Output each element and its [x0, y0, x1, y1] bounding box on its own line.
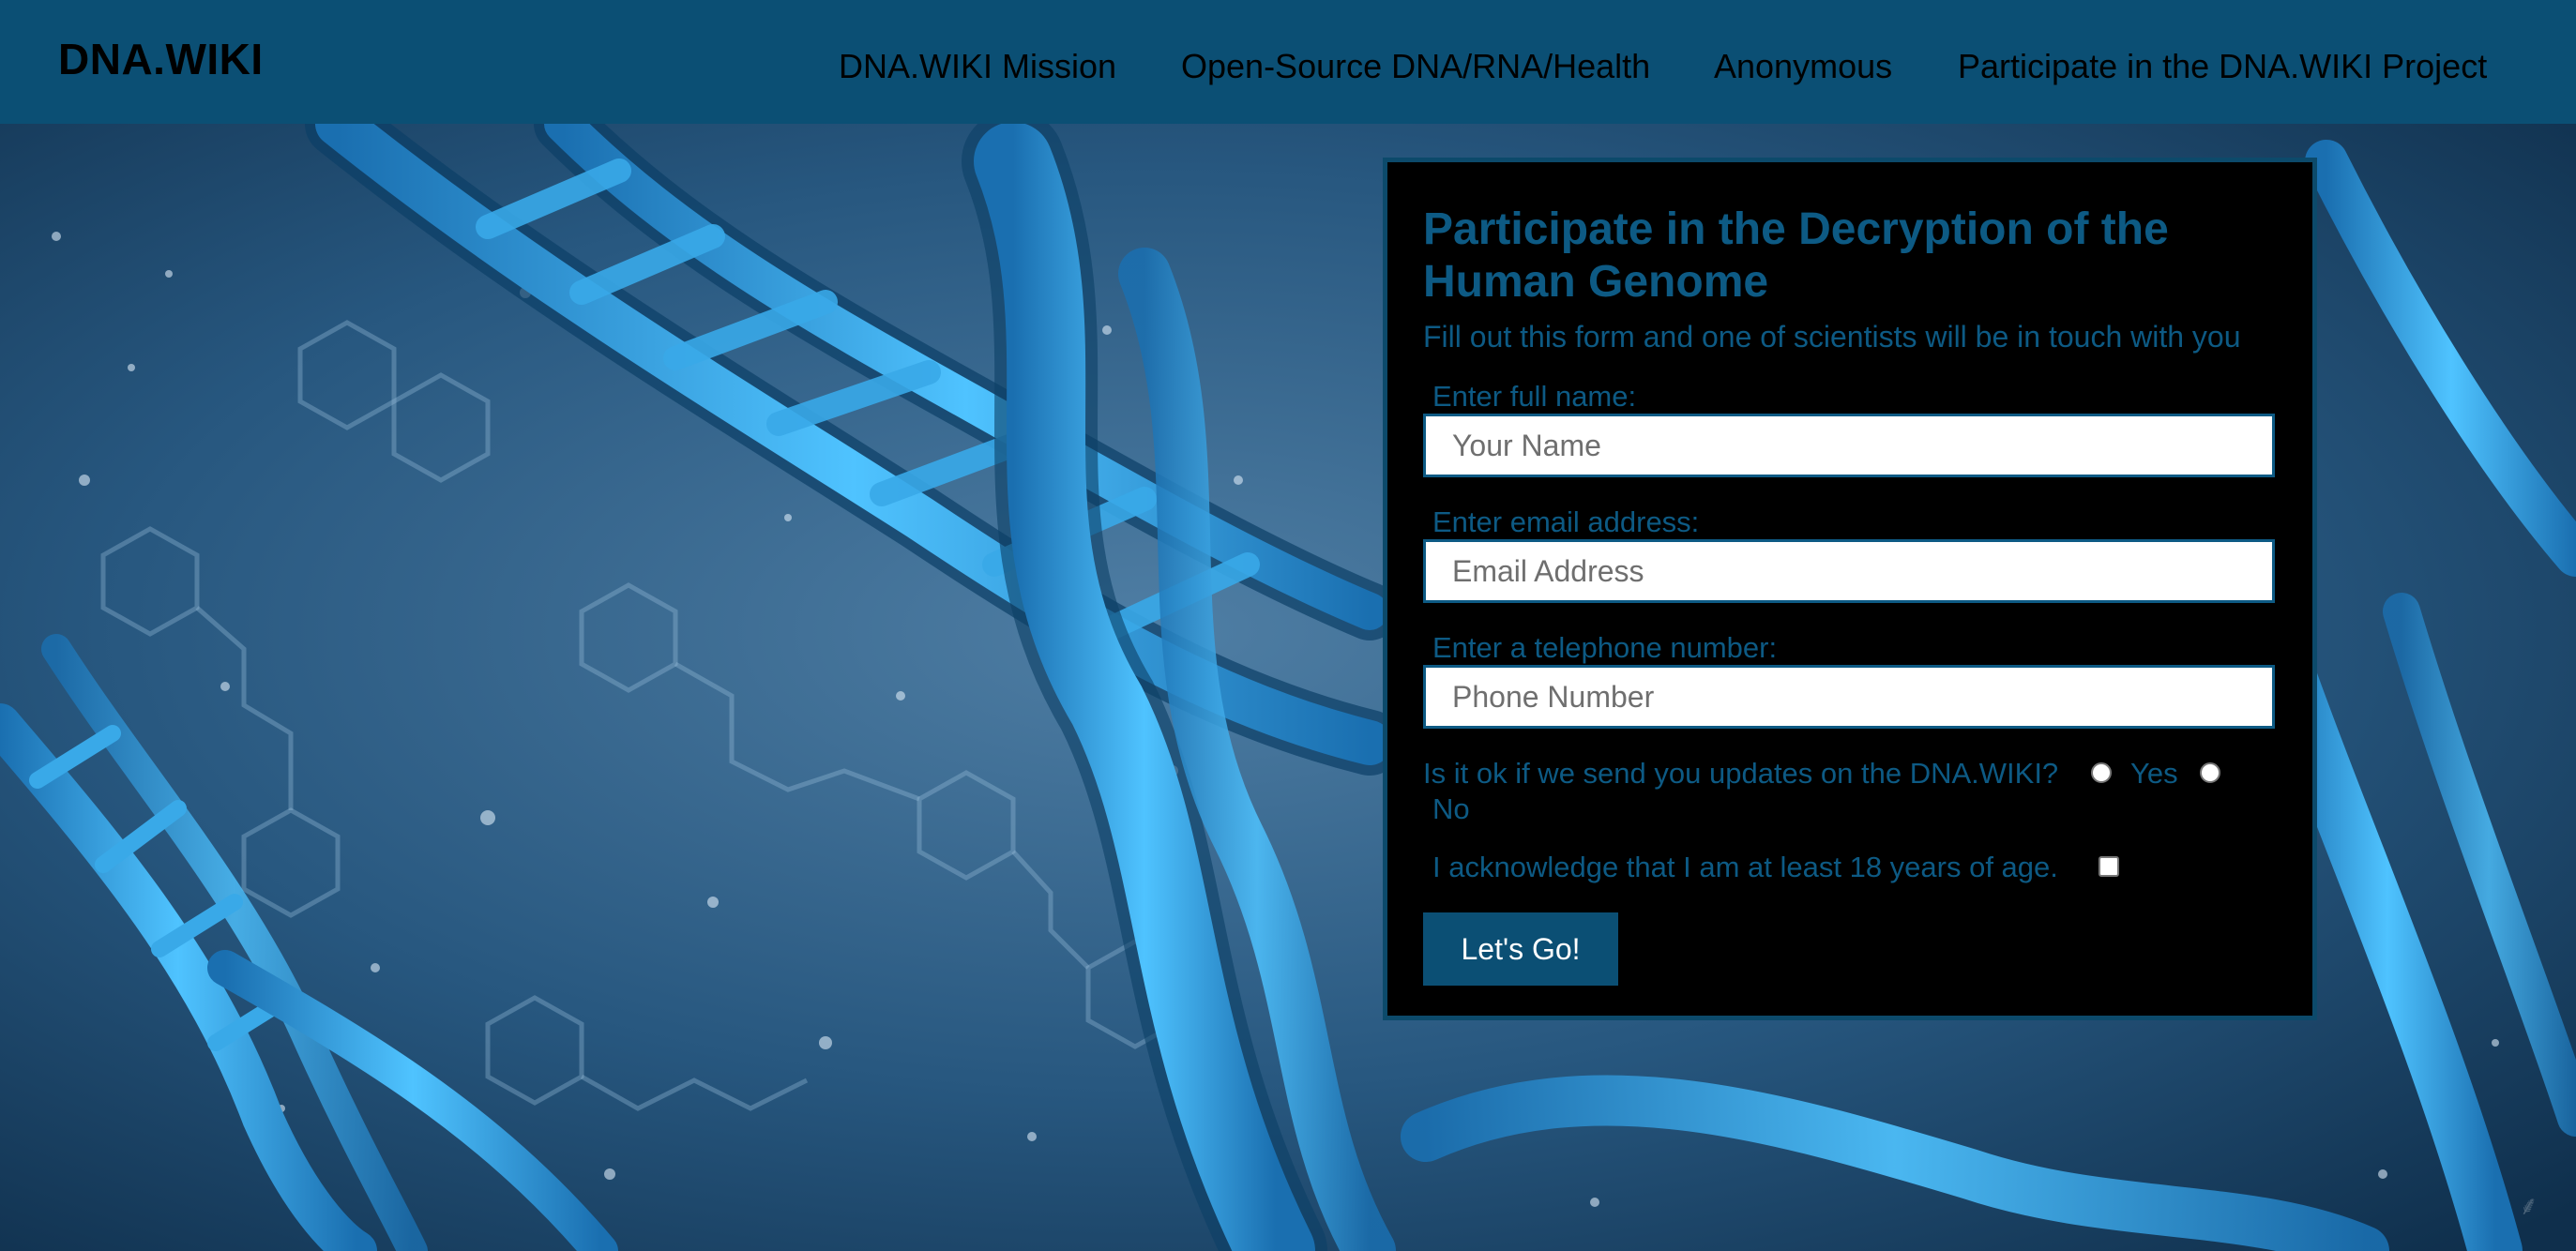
- watermark-mark: ⸙: [2518, 1191, 2538, 1220]
- phone-input[interactable]: [1423, 665, 2275, 729]
- full-name-label: Enter full name:: [1432, 380, 1637, 413]
- participation-form: Participate in the Decryption of the Hum…: [1383, 158, 2317, 1020]
- updates-yes-radio[interactable]: [2091, 762, 2112, 783]
- nav-link-participate[interactable]: Participate in the DNA.WIKI Project: [1958, 47, 2487, 86]
- submit-button[interactable]: Let's Go!: [1423, 912, 1618, 986]
- email-input[interactable]: [1423, 539, 2275, 603]
- age-acknowledge-checkbox[interactable]: [2099, 856, 2119, 877]
- updates-question: Is it ok if we send you updates on the D…: [1423, 757, 2059, 790]
- form-subtitle: Fill out this form and one of scientists…: [1423, 320, 2241, 354]
- nav-link-anonymous[interactable]: Anonymous: [1714, 47, 1892, 86]
- updates-no-label: No: [1432, 792, 1470, 825]
- age-acknowledge-label: I acknowledge that I am at least 18 year…: [1432, 851, 2058, 883]
- email-label: Enter email address:: [1432, 505, 1700, 538]
- site-logo[interactable]: DNA.WIKI: [58, 34, 264, 84]
- nav-link-mission[interactable]: DNA.WIKI Mission: [839, 47, 1116, 86]
- nav-link-open-source[interactable]: Open-Source DNA/RNA/Health: [1181, 47, 1650, 86]
- full-name-input[interactable]: [1423, 414, 2275, 477]
- phone-label: Enter a telephone number:: [1432, 631, 1778, 664]
- updates-yes-label: Yes: [2130, 757, 2178, 790]
- site-header: DNA.WIKI DNA.WIKI Mission Open-Source DN…: [0, 0, 2576, 124]
- form-title: Participate in the Decryption of the Hum…: [1423, 204, 2169, 307]
- updates-no-radio[interactable]: [2200, 762, 2220, 783]
